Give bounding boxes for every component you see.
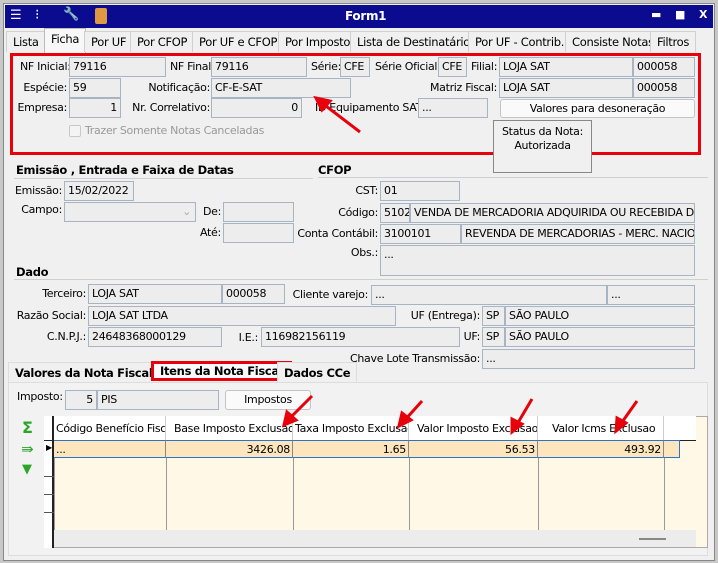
arrow-line	[321, 101, 361, 134]
annotation-arrows	[281, 95, 639, 436]
